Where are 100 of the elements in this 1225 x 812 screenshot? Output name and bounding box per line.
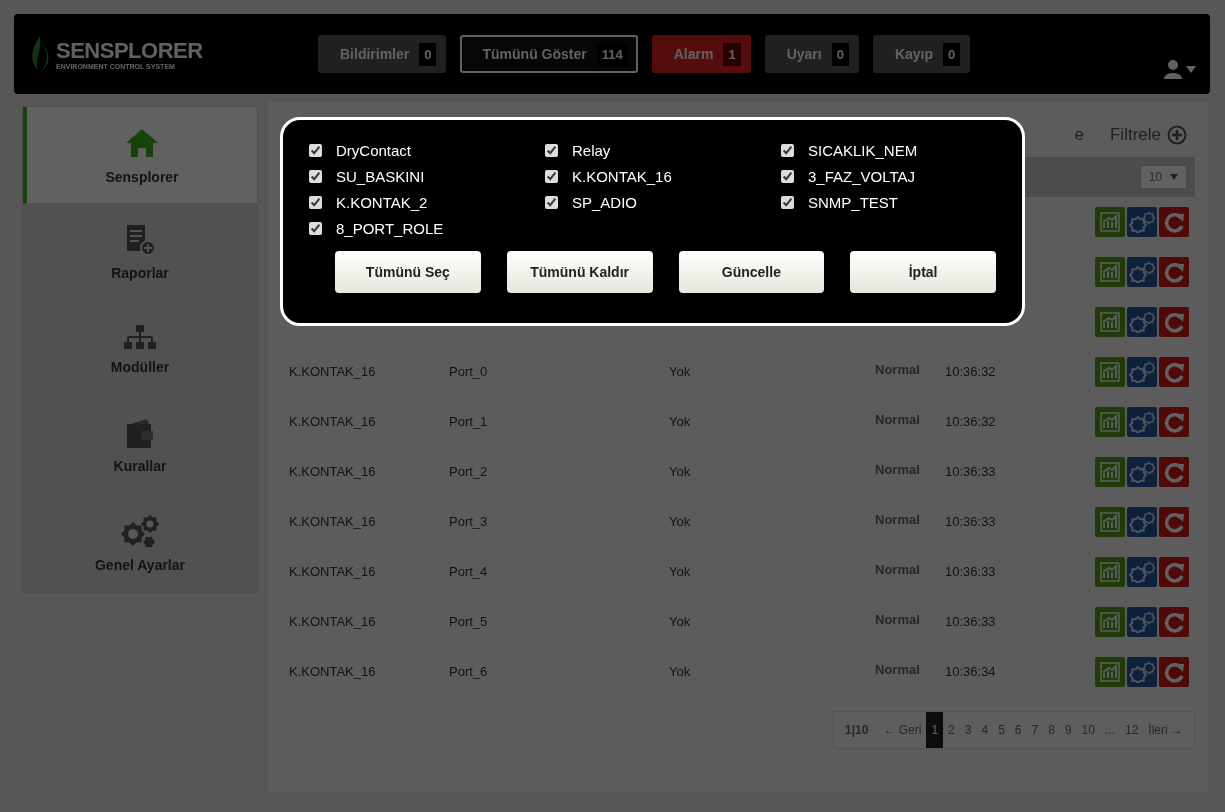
nav-item[interactable]: Sensplorer <box>23 107 257 204</box>
refresh-button[interactable] <box>1159 406 1189 437</box>
alarm-cell-text: Yok <box>669 564 692 579</box>
chart-button[interactable] <box>1095 556 1125 587</box>
count-badge: 0 <box>831 42 849 66</box>
refresh-button[interactable] <box>1159 456 1189 487</box>
refresh-icon <box>1163 410 1185 433</box>
dialog-button[interactable]: Tümünü Kaldır <box>506 251 653 293</box>
filter-button[interactable]: Kayıp 0 <box>872 35 971 73</box>
filter-button[interactable]: Tümünü Göster 114 <box>460 35 638 73</box>
checkbox[interactable] <box>309 222 322 235</box>
module-option[interactable]: SP_ADIO <box>545 194 781 211</box>
checkbox[interactable] <box>309 170 322 183</box>
refresh-button[interactable] <box>1159 506 1189 537</box>
time-cell-text: 10:36:33 <box>945 564 997 579</box>
checkbox[interactable] <box>309 196 322 209</box>
refresh-button[interactable] <box>1159 256 1189 287</box>
time-cell-text: 10:36:33 <box>945 514 997 529</box>
checkbox[interactable] <box>309 144 322 157</box>
chart-icon <box>1099 510 1121 533</box>
dialog-button[interactable]: Güncelle <box>678 251 825 293</box>
checkbox[interactable] <box>781 170 794 183</box>
port-cell-text: Port_4 <box>449 564 489 579</box>
nav-label: Sensplorer <box>105 169 179 185</box>
settings-button[interactable] <box>1127 556 1157 587</box>
module-cell-text: K.KONTAK_16 <box>288 514 377 529</box>
refresh-button[interactable] <box>1159 306 1189 337</box>
user-icon <box>1164 59 1182 79</box>
port-cell-text: Port_6 <box>449 664 489 679</box>
refresh-button[interactable] <box>1159 356 1189 387</box>
port-cell-text: Port_1 <box>449 414 489 429</box>
module-option[interactable]: 8_PORT_ROLE <box>309 220 545 237</box>
refresh-button[interactable] <box>1159 556 1189 587</box>
nav-label: Kurallar <box>113 458 167 474</box>
option-label: 8_PORT_ROLE <box>336 220 444 237</box>
panel-heading: e <box>1074 125 1084 145</box>
option-label: SU_BASKINI <box>336 168 425 185</box>
nav-item[interactable]: Modüller <box>23 301 257 398</box>
chart-icon <box>1099 310 1121 333</box>
checkbox[interactable] <box>781 144 794 157</box>
settings-button[interactable] <box>1127 256 1157 287</box>
settings-button[interactable] <box>1127 306 1157 337</box>
filter-button[interactable]: Uyarı 0 <box>764 35 859 73</box>
refresh-button[interactable] <box>1159 656 1189 687</box>
checkbox[interactable] <box>781 196 794 209</box>
checkbox[interactable] <box>545 196 558 209</box>
refresh-icon <box>1163 260 1185 283</box>
chart-button[interactable] <box>1095 206 1125 237</box>
chart-button[interactable] <box>1095 656 1125 687</box>
nav-item[interactable]: Kurallar <box>23 398 257 495</box>
module-option[interactable]: K.KONTAK_2 <box>309 194 545 211</box>
module-option[interactable]: Relay <box>545 142 781 159</box>
module-option[interactable]: K.KONTAK_16 <box>545 168 781 185</box>
settings-button[interactable] <box>1127 356 1157 387</box>
module-option[interactable]: SNMP_TEST <box>781 194 1017 211</box>
gears-icon <box>1128 410 1156 433</box>
settings-button[interactable] <box>1127 506 1157 537</box>
gears-icon <box>1128 260 1156 283</box>
filter-button[interactable]: Filtrele <box>1110 125 1187 145</box>
gears-icon <box>1128 360 1156 383</box>
refresh-button[interactable] <box>1159 606 1189 637</box>
nav-item[interactable]: Raporlar <box>23 204 257 301</box>
gears-icon <box>1128 610 1156 633</box>
refresh-icon <box>1163 510 1185 533</box>
refresh-icon <box>1163 610 1185 633</box>
filter-button[interactable]: Alarm 1 <box>651 35 751 73</box>
filter-button[interactable]: Bildirimler 0 <box>318 35 447 73</box>
port-cell-text: Port_3 <box>449 514 489 529</box>
module-cell-text: K.KONTAK_16 <box>288 364 377 379</box>
checkbox[interactable] <box>545 144 558 157</box>
chart-button[interactable] <box>1095 506 1125 537</box>
dialog-button[interactable]: Tümünü Seç <box>335 251 481 293</box>
user-menu[interactable] <box>1164 59 1196 79</box>
module-cell-text: K.KONTAK_16 <box>288 564 377 579</box>
option-label: DryContact <box>336 142 412 159</box>
chart-button[interactable] <box>1095 356 1125 387</box>
chart-button[interactable] <box>1095 256 1125 287</box>
module-option[interactable]: 3_FAZ_VOLTAJ <box>781 168 1017 185</box>
alarm-cell-text: Yok <box>669 664 692 679</box>
nav-item[interactable]: Genel Ayarlar <box>23 495 257 592</box>
settings-button[interactable] <box>1127 656 1157 687</box>
checkbox[interactable] <box>545 170 558 183</box>
chart-button[interactable] <box>1095 406 1125 437</box>
module-option[interactable]: SICAKLIK_NEM <box>781 142 1017 159</box>
settings-button[interactable] <box>1127 206 1157 237</box>
chart-button[interactable] <box>1095 306 1125 337</box>
chart-button[interactable] <box>1095 606 1125 637</box>
page-link[interactable]: ... <box>1099 712 1120 748</box>
settings-button[interactable] <box>1127 606 1157 637</box>
dialog-button[interactable]: İptal <box>850 251 996 293</box>
module-option[interactable]: SU_BASKINI <box>309 168 545 185</box>
settings-button[interactable] <box>1127 456 1157 487</box>
chart-button[interactable] <box>1095 456 1125 487</box>
refresh-icon <box>1163 660 1185 683</box>
settings-button[interactable] <box>1127 406 1157 437</box>
page-link[interactable]: 1 <box>926 712 944 748</box>
time-cell-text: 10:36:33 <box>945 614 997 629</box>
module-cell-text: K.KONTAK_16 <box>288 664 377 679</box>
module-option[interactable]: DryContact <box>309 142 545 159</box>
refresh-button[interactable] <box>1159 206 1189 237</box>
